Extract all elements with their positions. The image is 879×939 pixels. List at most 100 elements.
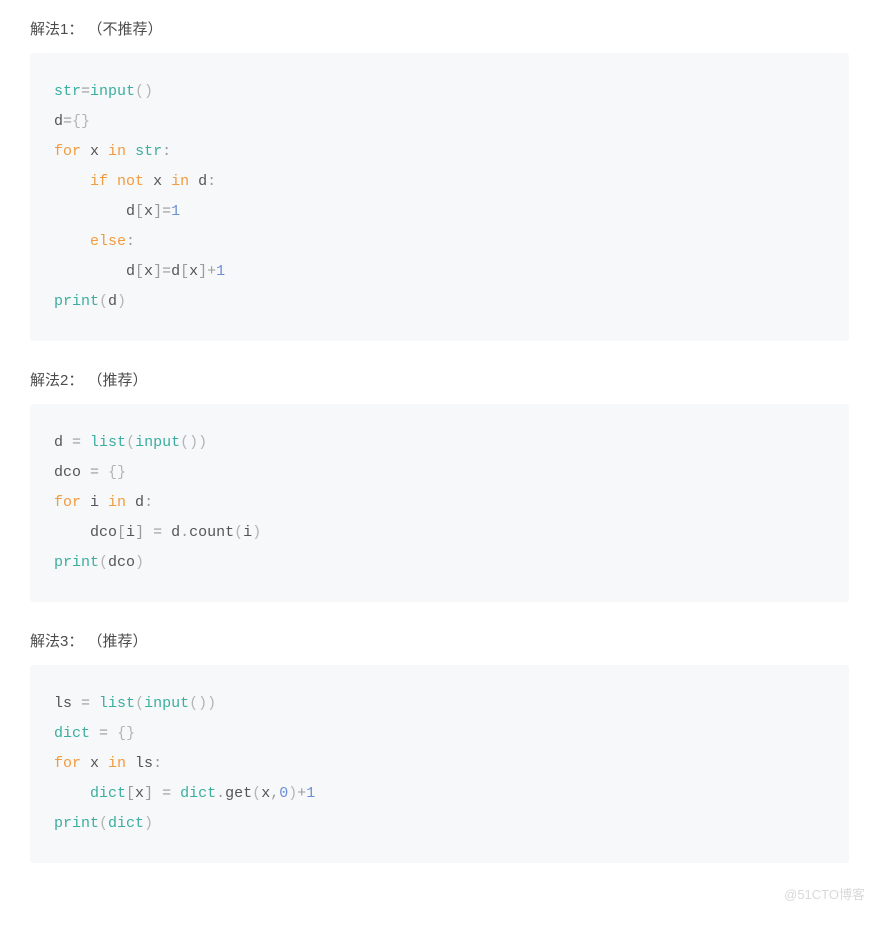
code-token: = <box>81 83 90 100</box>
code-token: ( <box>99 293 108 310</box>
code-token: + <box>297 785 306 802</box>
code-token: d <box>54 113 63 130</box>
code-token <box>90 725 99 742</box>
code-token: str <box>135 143 162 160</box>
code-token <box>90 695 99 712</box>
code-token: d <box>108 293 117 310</box>
code-token: : <box>144 494 153 511</box>
code-token: = <box>162 203 171 220</box>
code-token: for <box>54 755 81 772</box>
code-token: ( <box>252 785 261 802</box>
code-token: , <box>270 785 279 802</box>
code-token: x <box>144 263 153 280</box>
code-token: . <box>180 524 189 541</box>
code-token: ) <box>135 554 144 571</box>
code-token: d <box>126 263 135 280</box>
code-token: {} <box>117 725 135 742</box>
code-token: d <box>54 434 72 451</box>
code-token: 1 <box>216 263 225 280</box>
code-token <box>144 524 153 541</box>
code-token <box>81 434 90 451</box>
code-token: = <box>162 263 171 280</box>
code-token: x <box>135 785 144 802</box>
code-token: = <box>162 785 171 802</box>
code-token: ) <box>288 785 297 802</box>
code-token: + <box>207 263 216 280</box>
code-token: = <box>72 434 81 451</box>
code-token <box>108 173 117 190</box>
code-token: dict <box>180 785 216 802</box>
code-token: x <box>189 263 198 280</box>
code-token: () <box>135 83 153 100</box>
code-token: ls <box>54 695 81 712</box>
code-token: [ <box>180 263 189 280</box>
code-token: ()) <box>189 695 216 712</box>
code-token: {} <box>108 464 126 481</box>
code-token: ) <box>252 524 261 541</box>
code-token: : <box>162 143 171 160</box>
code-token: ) <box>144 815 153 832</box>
code-token: [ <box>117 524 126 541</box>
code-token: ( <box>234 524 243 541</box>
code-token: print <box>54 554 99 571</box>
code-token: = <box>63 113 72 130</box>
code-token <box>99 464 108 481</box>
code-token: ] <box>153 203 162 220</box>
code-token: x <box>144 173 171 190</box>
code-token: dco <box>108 554 135 571</box>
code-token <box>108 725 117 742</box>
code-token: dco <box>54 464 90 481</box>
code-block-2: d = list(input()) dco = {} for i in d: d… <box>30 404 849 602</box>
code-token: ( <box>126 434 135 451</box>
code-token: input <box>135 434 180 451</box>
code-token: i <box>126 524 135 541</box>
code-token: if <box>90 173 108 190</box>
code-token: else <box>90 233 126 250</box>
code-token: = <box>153 524 162 541</box>
section-label-3: 解法3： （推荐） <box>30 630 849 651</box>
code-token: ] <box>153 263 162 280</box>
code-token <box>171 785 180 802</box>
code-token: ()) <box>180 434 207 451</box>
code-token: d <box>126 494 144 511</box>
code-token <box>153 785 162 802</box>
code-token: ( <box>135 695 144 712</box>
code-token: in <box>108 755 126 772</box>
code-token: 1 <box>306 785 315 802</box>
code-token <box>126 143 135 160</box>
code-token: d <box>189 173 207 190</box>
code-token: 0 <box>279 785 288 802</box>
section-label-1: 解法1： （不推荐） <box>30 18 849 39</box>
code-token: list <box>90 434 126 451</box>
code-token: [ <box>135 203 144 220</box>
code-token: ls <box>126 755 153 772</box>
code-token: ) <box>117 293 126 310</box>
code-token: in <box>108 143 126 160</box>
code-token: in <box>171 173 189 190</box>
code-token: i <box>81 494 108 511</box>
code-token: dict <box>54 725 90 742</box>
code-block-1: str=input() d={} for x in str: if not x … <box>30 53 849 341</box>
code-token: ] <box>144 785 153 802</box>
code-token: for <box>54 143 81 160</box>
code-token: for <box>54 494 81 511</box>
code-token: : <box>153 755 162 772</box>
code-token: d <box>162 524 180 541</box>
code-token: x <box>81 755 108 772</box>
code-token: {} <box>72 113 90 130</box>
code-token: input <box>90 83 135 100</box>
code-token: count <box>189 524 234 541</box>
code-token: x <box>261 785 270 802</box>
code-token: not <box>117 173 144 190</box>
code-token: ( <box>99 815 108 832</box>
code-token: x <box>144 203 153 220</box>
code-token: : <box>207 173 216 190</box>
code-token: 1 <box>171 203 180 220</box>
code-token: dict <box>90 785 126 802</box>
section-label-2: 解法2： （推荐） <box>30 369 849 390</box>
code-token: print <box>54 293 99 310</box>
code-token: [ <box>135 263 144 280</box>
code-block-3: ls = list(input()) dict = {} for x in ls… <box>30 665 849 863</box>
code-token: : <box>126 233 135 250</box>
code-token: d <box>171 263 180 280</box>
